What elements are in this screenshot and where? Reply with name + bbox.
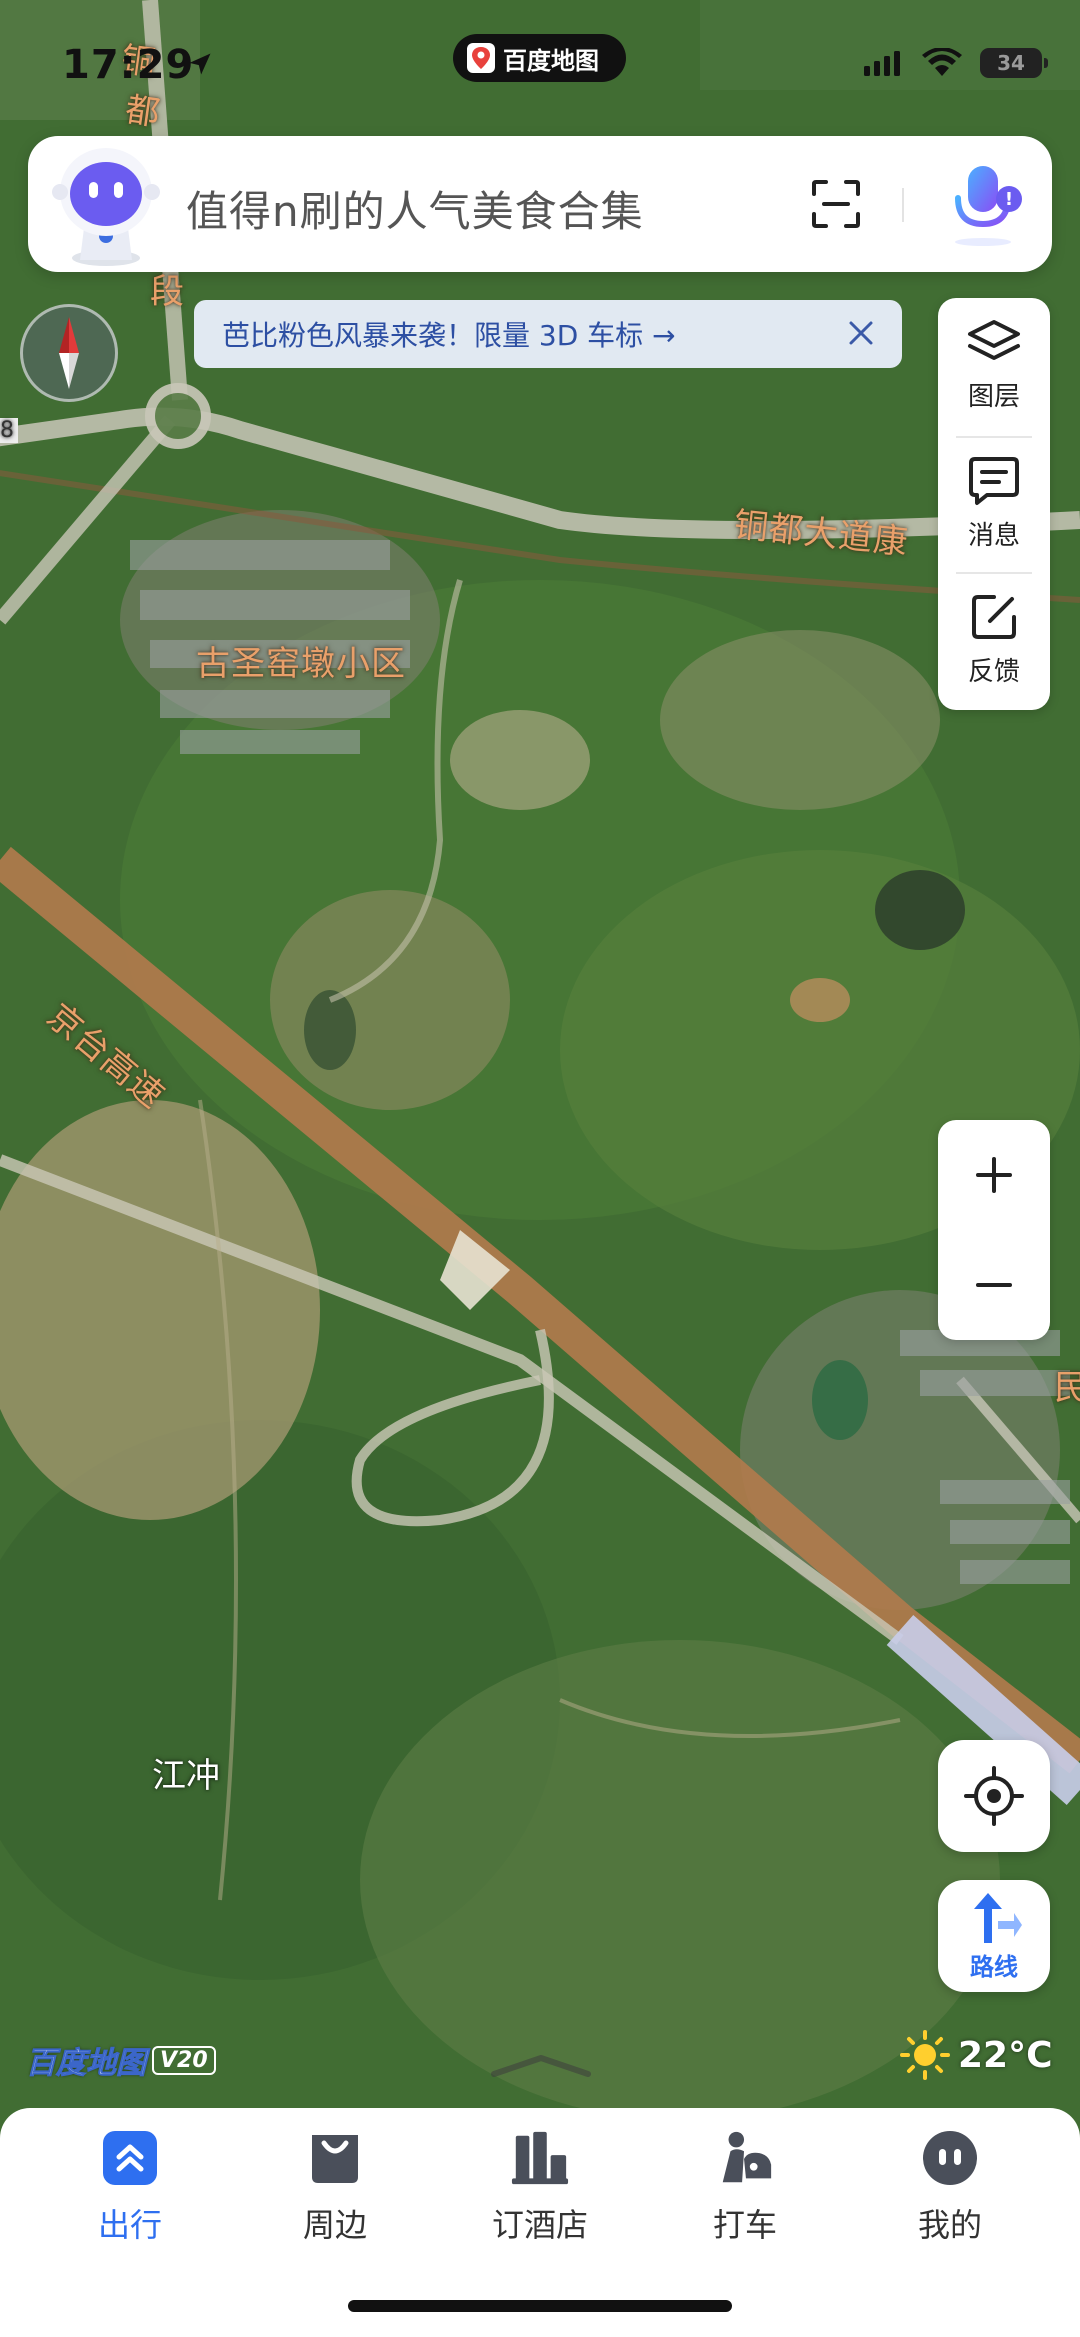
scan-icon[interactable] — [808, 176, 864, 232]
search-divider — [902, 188, 904, 222]
feedback-button[interactable]: 反馈 — [938, 572, 1050, 707]
promo-banner[interactable]: 芭比粉色风暴来袭！限量 3D 车标 → — [194, 300, 902, 368]
nearby-icon — [305, 2128, 365, 2188]
compass-button[interactable] — [20, 304, 118, 402]
zoom-out-button[interactable] — [938, 1230, 1050, 1340]
logo-version: V20 — [152, 2045, 216, 2075]
tab-hotel[interactable]: 订酒店 — [460, 2128, 620, 2258]
layers-label: 图层 — [967, 382, 1020, 412]
target-icon — [964, 1766, 1024, 1826]
tab-label: 订酒店 — [491, 2206, 588, 2244]
promo-text: 芭比粉色风暴来袭！限量 3D 车标 → — [222, 319, 676, 352]
profile-icon — [920, 2128, 980, 2188]
wifi-icon — [922, 48, 962, 76]
tab-label: 打车 — [712, 2206, 777, 2244]
home-indicator[interactable] — [348, 2300, 732, 2312]
hotel-icon — [510, 2128, 570, 2188]
map-label-jiangchong: 江冲 — [152, 1756, 220, 1796]
message-icon — [969, 457, 1019, 505]
map-label-road-number: 8 — [0, 418, 18, 443]
zoom-in-button[interactable] — [938, 1120, 1050, 1230]
map-tools-panel: 图层 消息 反馈 — [938, 298, 1050, 710]
chevron-up-icon[interactable] — [486, 2050, 596, 2080]
tab-taxi[interactable]: 打车 — [665, 2128, 825, 2258]
map-label-min: 民 — [1054, 1368, 1080, 1408]
status-time: 17:29 — [62, 42, 195, 88]
voice-notification-badge: ! — [996, 186, 1022, 212]
travel-icon — [100, 2128, 160, 2188]
route-button[interactable]: 路线 — [938, 1880, 1050, 1992]
status-icons: 34 — [864, 48, 1048, 78]
feedback-label: 反馈 — [967, 657, 1020, 687]
weather-widget[interactable]: 22°C — [900, 2030, 1053, 2080]
tab-label: 我的 — [917, 2206, 982, 2244]
taxi-icon — [715, 2128, 775, 2188]
weather-temperature: 22°C — [958, 2034, 1053, 2076]
route-label: 路线 — [970, 1952, 1018, 1981]
search-bar[interactable]: 值得n刷的人气美食合集 ! — [28, 136, 1052, 272]
tab-label: 周边 — [302, 2206, 367, 2244]
tab-travel[interactable]: 出行 — [50, 2128, 210, 2258]
minus-icon — [976, 1283, 1012, 1287]
cellular-signal-icon — [864, 51, 900, 76]
layers-icon — [968, 320, 1020, 360]
sun-icon — [900, 2030, 950, 2080]
messages-label: 消息 — [967, 521, 1020, 551]
map-label-gusheng-community: 古圣窑墩小区 — [196, 644, 406, 684]
tab-label: 出行 — [97, 2206, 162, 2244]
edit-icon — [972, 595, 1016, 639]
tab-nearby[interactable]: 周边 — [255, 2128, 415, 2258]
zoom-controls — [938, 1120, 1050, 1340]
voice-search-button[interactable]: ! — [944, 158, 1034, 254]
battery-icon: 34 — [980, 48, 1048, 78]
baidu-map-logo: 百度地图 V20 — [26, 2038, 216, 2082]
logo-text: 百度地图 — [26, 2046, 147, 2082]
search-input[interactable]: 值得n刷的人气美食合集 — [186, 178, 644, 239]
status-bar: 17:29 百度地图 34 — [0, 0, 1080, 130]
assistant-mascot-icon[interactable] — [46, 140, 166, 270]
app-indicator-pill[interactable]: 百度地图 — [453, 34, 626, 82]
location-arrow-icon — [189, 53, 211, 75]
close-icon[interactable] — [846, 318, 876, 348]
tab-profile[interactable]: 我的 — [870, 2128, 1030, 2258]
compass-icon — [59, 317, 79, 389]
messages-button[interactable]: 消息 — [938, 436, 1050, 571]
locate-me-button[interactable] — [938, 1740, 1050, 1852]
battery-level: 34 — [997, 51, 1025, 75]
plus-icon — [976, 1157, 1012, 1193]
route-arrow-icon — [974, 1892, 1022, 1943]
app-pill-label: 百度地图 — [503, 46, 599, 75]
baidu-map-pin-icon — [467, 43, 495, 73]
layers-button[interactable]: 图层 — [938, 298, 1050, 433]
